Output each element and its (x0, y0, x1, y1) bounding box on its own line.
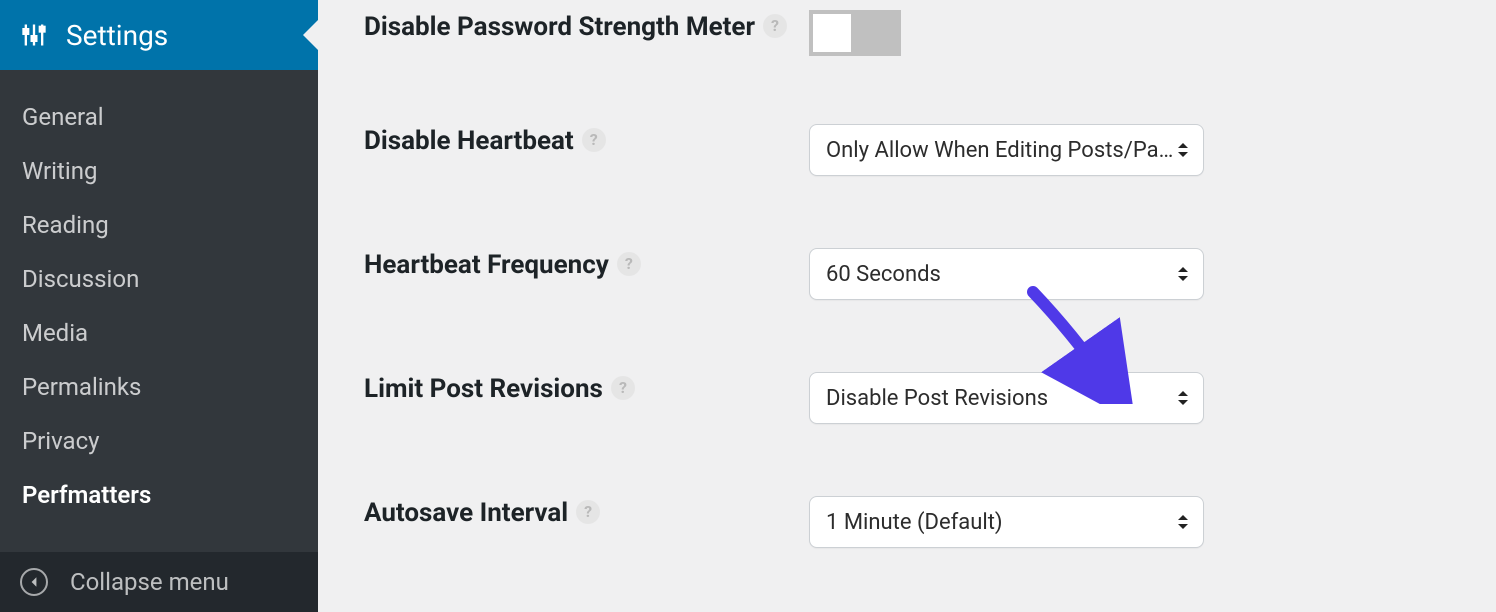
toggle-disable-password-strength-meter[interactable] (809, 10, 901, 56)
sidebar-item-permalinks[interactable]: Permalinks (0, 360, 318, 414)
sidebar-submenu: General Writing Reading Discussion Media… (0, 70, 318, 552)
setting-label-text: Disable Password Strength Meter (364, 10, 755, 45)
sidebar-item-settings[interactable]: Settings (0, 0, 318, 70)
setting-label: Heartbeat Frequency ? (364, 248, 809, 283)
select-value: 60 Seconds (826, 262, 941, 287)
collapse-menu-label: Collapse menu (70, 568, 229, 596)
setting-label-text: Disable Heartbeat (364, 124, 574, 159)
select-limit-post-revisions[interactable]: Disable Post Revisions (809, 372, 1204, 424)
select-caret-icon (1177, 266, 1189, 282)
help-icon[interactable]: ? (582, 128, 606, 152)
select-autosave-interval[interactable]: 1 Minute (Default) (809, 496, 1204, 548)
select-heartbeat-frequency[interactable]: 60 Seconds (809, 248, 1204, 300)
sidebar-parent-label: Settings (66, 19, 168, 52)
settings-form: Disable Password Strength Meter ? Disabl… (318, 0, 1496, 612)
collapse-arrow-icon (20, 568, 48, 596)
admin-sidebar: Settings General Writing Reading Discuss… (0, 0, 318, 612)
select-caret-icon (1177, 514, 1189, 530)
sidebar-item-label: Media (22, 319, 88, 347)
settings-sliders-icon (20, 21, 48, 49)
select-disable-heartbeat[interactable]: Only Allow When Editing Posts/Pages (809, 124, 1204, 176)
help-icon[interactable]: ? (763, 14, 787, 38)
setting-label: Disable Heartbeat ? (364, 124, 809, 159)
help-icon[interactable]: ? (617, 252, 641, 276)
sidebar-item-privacy[interactable]: Privacy (0, 414, 318, 468)
select-caret-icon (1177, 142, 1189, 158)
setting-label-text: Limit Post Revisions (364, 372, 603, 407)
sidebar-item-label: General (22, 103, 104, 131)
select-value: 1 Minute (Default) (826, 510, 1003, 535)
sidebar-item-label: Perfmatters (22, 481, 151, 509)
sidebar-item-label: Permalinks (22, 373, 141, 401)
select-value: Only Allow When Editing Posts/Pages (826, 138, 1177, 163)
setting-row-disable-heartbeat: Disable Heartbeat ? Only Allow When Edit… (364, 124, 1456, 176)
setting-row-autosave-interval: Autosave Interval ? 1 Minute (Default) (364, 496, 1456, 548)
sidebar-item-general[interactable]: General (0, 90, 318, 144)
collapse-menu-button[interactable]: Collapse menu (0, 552, 318, 612)
setting-row-heartbeat-frequency: Heartbeat Frequency ? 60 Seconds (364, 248, 1456, 300)
sidebar-item-writing[interactable]: Writing (0, 144, 318, 198)
select-value: Disable Post Revisions (826, 386, 1048, 411)
select-caret-icon (1177, 390, 1189, 406)
setting-label: Autosave Interval ? (364, 496, 809, 531)
setting-label: Disable Password Strength Meter ? (364, 10, 809, 45)
sidebar-item-perfmatters[interactable]: Perfmatters (0, 468, 318, 522)
setting-label: Limit Post Revisions ? (364, 372, 809, 407)
setting-label-text: Autosave Interval (364, 496, 568, 531)
help-icon[interactable]: ? (611, 376, 635, 400)
sidebar-item-label: Privacy (22, 427, 100, 455)
sidebar-item-reading[interactable]: Reading (0, 198, 318, 252)
sidebar-item-label: Writing (22, 157, 97, 185)
setting-row-disable-password-strength-meter: Disable Password Strength Meter ? (364, 10, 1456, 56)
toggle-knob (813, 14, 851, 52)
setting-label-text: Heartbeat Frequency (364, 248, 609, 283)
sidebar-item-label: Reading (22, 211, 109, 239)
setting-row-limit-post-revisions: Limit Post Revisions ? Disable Post Revi… (364, 372, 1456, 424)
sidebar-item-discussion[interactable]: Discussion (0, 252, 318, 306)
help-icon[interactable]: ? (576, 500, 600, 524)
sidebar-item-media[interactable]: Media (0, 306, 318, 360)
sidebar-item-label: Discussion (22, 265, 139, 293)
active-menu-arrow-icon (303, 19, 319, 51)
